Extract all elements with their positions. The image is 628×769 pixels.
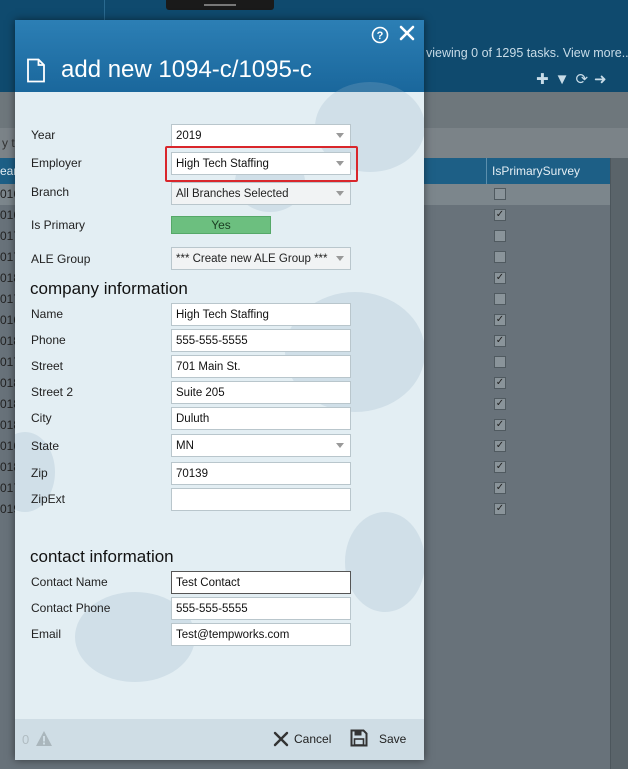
cancel-button[interactable]: Cancel bbox=[273, 729, 333, 751]
svg-text:?: ? bbox=[377, 30, 384, 42]
chevron-down-icon bbox=[336, 191, 344, 196]
column-separator[interactable] bbox=[486, 158, 487, 184]
phone-label: Phone bbox=[31, 333, 66, 347]
state-select[interactable]: MN bbox=[171, 434, 351, 457]
employer-label: Employer bbox=[31, 156, 82, 170]
is-primary-survey-checkbox[interactable]: ✓ bbox=[494, 377, 506, 389]
year-value: 2019 bbox=[176, 130, 202, 142]
background-splash bbox=[345, 512, 424, 612]
cancel-x-icon bbox=[273, 731, 289, 747]
contact-phone-input[interactable]: 555-555-5555 bbox=[171, 597, 351, 620]
phone-input[interactable]: 555-555-5555 bbox=[171, 329, 351, 352]
street-2-label: Street 2 bbox=[31, 385, 74, 399]
city-input[interactable]: Duluth bbox=[171, 407, 351, 430]
branch-select[interactable]: All Branches Selected bbox=[171, 182, 351, 205]
street-input[interactable]: 701 Main St. bbox=[171, 355, 351, 378]
is-primary-survey-checkbox[interactable]: ✓ bbox=[494, 482, 506, 494]
year-label: Year bbox=[31, 128, 56, 142]
is-primary-survey-checkbox[interactable] bbox=[494, 251, 506, 263]
state-label: State bbox=[31, 439, 60, 453]
email-input[interactable]: Test@tempworks.com bbox=[171, 623, 351, 646]
chevron-down-icon bbox=[336, 443, 344, 448]
is-primary-survey-checkbox[interactable]: ✓ bbox=[494, 335, 506, 347]
help-icon[interactable]: ? bbox=[371, 26, 389, 44]
dialog-header: ? add new 1094-c/1095-c bbox=[15, 20, 424, 92]
is-primary-value: Yes bbox=[211, 218, 231, 232]
zipext-input[interactable] bbox=[171, 488, 351, 511]
add-icon[interactable]: ✚ bbox=[536, 71, 555, 88]
is-primary-survey-checkbox[interactable] bbox=[494, 188, 506, 200]
tasks-status-text[interactable]: viewing 0 of 1295 tasks. View more... bbox=[426, 46, 628, 60]
header-separator bbox=[104, 0, 105, 20]
ale-group-value: *** Create new ALE Group *** bbox=[176, 253, 328, 265]
contact-information-heading: contact information bbox=[30, 547, 174, 566]
dialog-footer: 0 Cancel Save bbox=[15, 719, 424, 760]
company-information-heading: company information bbox=[30, 279, 188, 298]
contact-name-label: Contact Name bbox=[31, 575, 108, 589]
chevron-down-icon bbox=[336, 133, 344, 138]
contact-phone-label: Contact Phone bbox=[31, 601, 111, 615]
is-primary-survey-checkbox[interactable] bbox=[494, 293, 506, 305]
close-icon[interactable] bbox=[398, 24, 416, 42]
zipext-label: ZipExt bbox=[31, 492, 66, 506]
state-value: MN bbox=[176, 440, 194, 452]
warning-icon[interactable] bbox=[35, 730, 53, 747]
ale-group-select[interactable]: *** Create new ALE Group *** bbox=[171, 247, 351, 270]
zip-label: Zip bbox=[31, 466, 48, 480]
is-primary-survey-checkbox[interactable]: ✓ bbox=[494, 314, 506, 326]
is-primary-toggle[interactable]: Yes bbox=[171, 216, 271, 234]
chevron-down-icon bbox=[336, 256, 344, 261]
is-primary-survey-checkbox[interactable]: ✓ bbox=[494, 209, 506, 221]
toolbar-icons: ✚▼⟳➜ bbox=[536, 70, 613, 88]
is-primary-survey-checkbox[interactable] bbox=[494, 356, 506, 368]
branch-value: All Branches Selected bbox=[176, 188, 289, 200]
year-select[interactable]: 2019 bbox=[171, 124, 351, 147]
employer-highlight bbox=[165, 146, 358, 182]
contact-name-input[interactable]: Test Contact bbox=[171, 571, 351, 594]
forward-icon[interactable]: ➜ bbox=[594, 71, 613, 88]
grid-scrollbar[interactable] bbox=[610, 158, 628, 769]
refresh-icon[interactable]: ⟳ bbox=[575, 71, 594, 88]
save-disk-icon bbox=[350, 729, 368, 747]
is-primary-survey-checkbox[interactable]: ✓ bbox=[494, 461, 506, 473]
name-label: Name bbox=[31, 307, 64, 321]
drawer-handle[interactable] bbox=[166, 0, 274, 10]
branch-label: Branch bbox=[31, 185, 70, 199]
document-icon bbox=[27, 58, 45, 83]
save-button[interactable]: Save bbox=[350, 729, 410, 751]
email-label: Email bbox=[31, 627, 62, 641]
cancel-label: Cancel bbox=[294, 732, 332, 746]
name-input[interactable]: High Tech Staffing bbox=[171, 303, 351, 326]
is-primary-label: Is Primary bbox=[31, 218, 85, 232]
is-primary-survey-checkbox[interactable]: ✓ bbox=[494, 440, 506, 452]
is-primary-survey-checkbox[interactable]: ✓ bbox=[494, 419, 506, 431]
column-header-isprimarysurvey[interactable]: IsPrimarySurvey bbox=[492, 164, 580, 178]
ale-group-label: ALE Group bbox=[31, 252, 91, 266]
city-label: City bbox=[31, 411, 52, 425]
dialog-title: add new 1094-c/1095-c bbox=[61, 56, 312, 83]
add-1094c-dialog: ? add new 1094-c/1095-c Year 2019 Employ… bbox=[15, 20, 424, 760]
warning-count: 0 bbox=[22, 732, 30, 747]
save-label: Save bbox=[379, 732, 407, 746]
is-primary-survey-checkbox[interactable]: ✓ bbox=[494, 272, 506, 284]
is-primary-survey-checkbox[interactable]: ✓ bbox=[494, 503, 506, 515]
street-label: Street bbox=[31, 359, 64, 373]
street-2-input[interactable]: Suite 205 bbox=[171, 381, 351, 404]
zip-input[interactable]: 70139 bbox=[171, 462, 351, 485]
is-primary-survey-checkbox[interactable] bbox=[494, 230, 506, 242]
is-primary-survey-checkbox[interactable]: ✓ bbox=[494, 398, 506, 410]
filter-icon[interactable]: ▼ bbox=[555, 71, 576, 88]
